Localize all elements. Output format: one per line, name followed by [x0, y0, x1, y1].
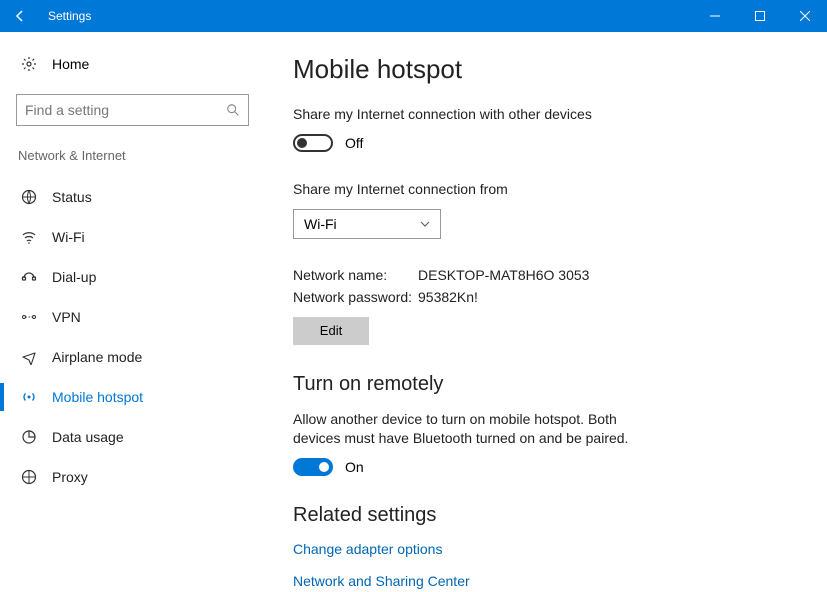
sidebar: Home Find a setting Network & Internet S… — [0, 32, 265, 592]
link-network-sharing[interactable]: Network and Sharing Center — [293, 573, 791, 589]
minimize-icon — [710, 11, 720, 21]
hotspot-icon — [20, 389, 38, 405]
arrow-left-icon — [12, 8, 28, 24]
share-from-value: Wi-Fi — [304, 216, 337, 232]
search-placeholder: Find a setting — [25, 102, 109, 118]
close-icon — [800, 11, 810, 21]
sidebar-item-mobile-hotspot[interactable]: Mobile hotspot — [16, 377, 249, 417]
search-input[interactable]: Find a setting — [16, 94, 249, 126]
sidebar-item-label: Mobile hotspot — [52, 389, 143, 405]
sidebar-item-label: Dial-up — [52, 269, 96, 285]
sidebar-category: Network & Internet — [16, 148, 249, 163]
sidebar-item-status[interactable]: Status — [16, 177, 249, 217]
remote-toggle[interactable] — [293, 458, 333, 476]
main-content: Mobile hotspot Share my Internet connect… — [265, 32, 827, 592]
proxy-icon — [20, 469, 38, 485]
sidebar-item-proxy[interactable]: Proxy — [16, 457, 249, 497]
maximize-icon — [755, 11, 765, 21]
wifi-icon — [20, 229, 38, 245]
network-password-value: 95382Kn! — [418, 289, 478, 305]
dialup-icon — [20, 269, 38, 285]
sidebar-item-label: Wi-Fi — [52, 229, 85, 245]
sidebar-item-label: Airplane mode — [52, 349, 142, 365]
search-icon — [226, 103, 240, 117]
remote-heading: Turn on remotely — [293, 373, 791, 396]
airplane-icon — [20, 349, 38, 365]
sidebar-item-airplane[interactable]: Airplane mode — [16, 337, 249, 377]
edit-button[interactable]: Edit — [293, 317, 369, 345]
remote-toggle-label: On — [345, 459, 364, 475]
page-title: Mobile hotspot — [293, 54, 791, 85]
network-name-value: DESKTOP-MAT8H6O 3053 — [418, 267, 589, 283]
home-button[interactable]: Home — [16, 52, 249, 76]
share-toggle[interactable] — [293, 134, 333, 152]
share-from-dropdown[interactable]: Wi-Fi — [293, 209, 441, 239]
share-toggle-label: Off — [345, 135, 363, 151]
sidebar-item-wifi[interactable]: Wi-Fi — [16, 217, 249, 257]
sidebar-item-vpn[interactable]: VPN — [16, 297, 249, 337]
home-label: Home — [52, 56, 89, 72]
sidebar-item-label: VPN — [52, 309, 81, 325]
sidebar-item-data-usage[interactable]: Data usage — [16, 417, 249, 457]
window-controls — [692, 0, 827, 32]
sidebar-item-label: Status — [52, 189, 92, 205]
gear-icon — [20, 56, 38, 72]
back-button[interactable] — [0, 0, 40, 32]
chevron-down-icon — [420, 219, 430, 229]
network-password-label: Network password: — [293, 289, 418, 305]
minimize-button[interactable] — [692, 0, 737, 32]
link-change-adapter[interactable]: Change adapter options — [293, 541, 791, 557]
sidebar-item-dialup[interactable]: Dial-up — [16, 257, 249, 297]
sidebar-item-label: Data usage — [52, 429, 124, 445]
sidebar-item-label: Proxy — [52, 469, 88, 485]
maximize-button[interactable] — [737, 0, 782, 32]
window-title: Settings — [40, 9, 91, 23]
share-from-label: Share my Internet connection from — [293, 180, 653, 199]
vpn-icon — [20, 309, 38, 325]
titlebar: Settings — [0, 0, 827, 32]
remote-description: Allow another device to turn on mobile h… — [293, 410, 653, 448]
close-button[interactable] — [782, 0, 827, 32]
share-description: Share my Internet connection with other … — [293, 105, 653, 124]
network-name-label: Network name: — [293, 267, 418, 283]
related-heading: Related settings — [293, 504, 791, 527]
data-usage-icon — [20, 429, 38, 445]
status-icon — [20, 189, 38, 205]
